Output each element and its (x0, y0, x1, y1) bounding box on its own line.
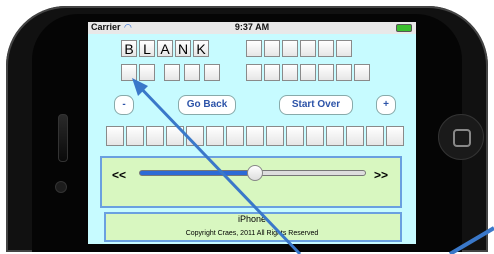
arrow-tail-line (448, 226, 494, 254)
arrow-line (133, 80, 302, 254)
pointer-arrow-overlay (132, 78, 494, 254)
